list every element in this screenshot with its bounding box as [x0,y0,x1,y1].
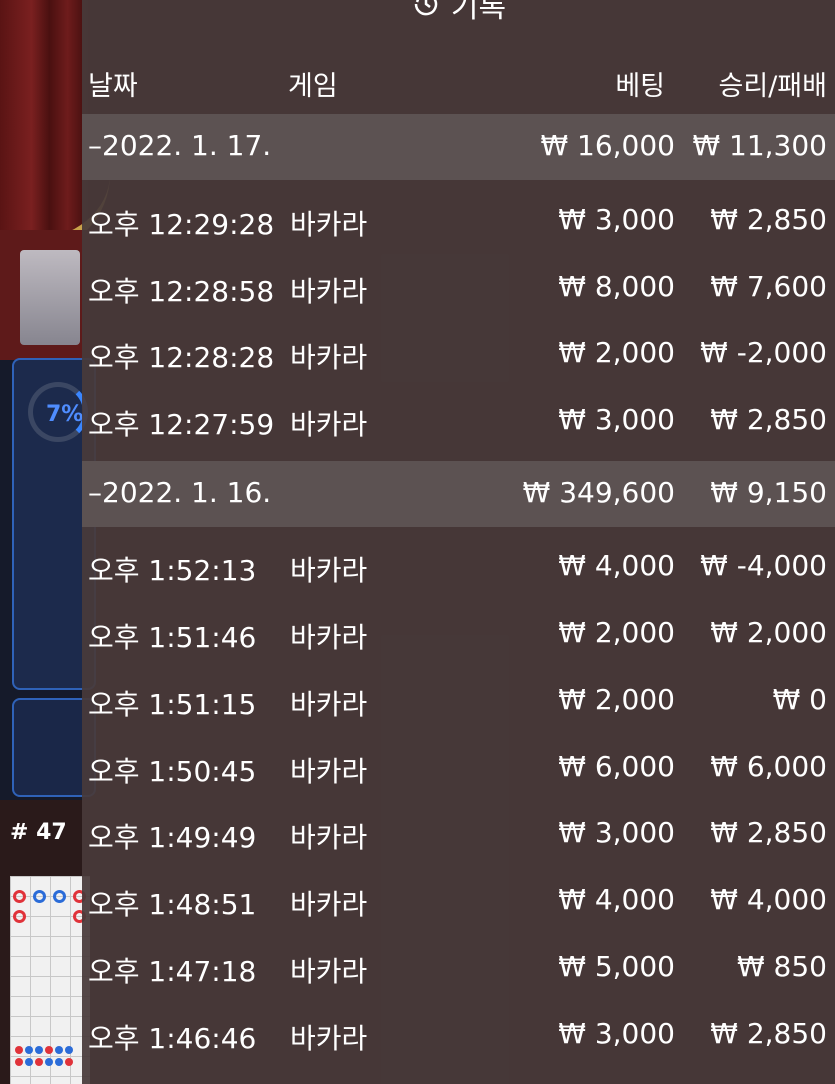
bead-blue-icon [55,1046,63,1054]
row-time: 오후 1:46:46 [88,1022,257,1055]
row-win-loss: ₩ 7,600 [710,270,827,303]
date-group-header[interactable]: –2022. 1. 16. ₩ 349,600 ₩ 9,150 [82,461,835,527]
row-game: 바카라 [290,341,368,374]
row-time: 오후 1:47:18 [88,955,257,988]
row-bet: ₩ 2,000 [558,683,675,716]
history-row[interactable]: 오후 12:27:59 바카라 ₩ 3,000 ₩ 2,850 [82,387,835,453]
bead-red-icon [15,1058,23,1066]
bead-red-icon [35,1058,43,1066]
row-game: 바카라 [290,554,368,587]
row-bet: ₩ 6,000 [558,750,675,783]
history-row[interactable]: 오후 1:48:51 바카라 ₩ 4,000 ₩ 4,000 [82,867,835,933]
row-game: 바카라 [290,955,368,988]
round-number: # 47 [10,820,67,845]
row-game: 바카라 [290,888,368,921]
group-win-loss-total: ₩ 11,300 [692,129,827,162]
row-win-loss: ₩ 2,850 [710,203,827,236]
row-win-loss: ₩ 4,000 [710,883,827,916]
row-bet: ₩ 4,000 [558,883,675,916]
bead-red-icon [15,1046,23,1054]
row-bet: ₩ 2,000 [558,336,675,369]
history-row[interactable]: 오후 1:50:45 바카라 ₩ 6,000 ₩ 6,000 [82,734,835,800]
row-bet: ₩ 4,000 [558,549,675,582]
bead-red-icon [13,890,26,903]
row-win-loss: ₩ 6,000 [710,750,827,783]
history-row[interactable]: 오후 1:52:13 바카라 ₩ 4,000 ₩ -4,000 [82,533,835,599]
bead-blue-icon [35,1046,43,1054]
bead-blue-icon [25,1058,33,1066]
column-game: 게임 [288,71,338,102]
group-win-loss-total: ₩ 9,150 [710,476,827,509]
column-date: 날짜 [88,71,138,102]
row-time: 오후 1:50:45 [88,755,257,788]
row-win-loss: ₩ 850 [736,950,827,983]
row-win-loss: ₩ 0 [772,683,827,716]
history-row[interactable]: 오후 1:51:46 바카라 ₩ 2,000 ₩ 2,000 [82,600,835,666]
row-win-loss: ₩ 2,000 [710,616,827,649]
row-game: 바카라 [290,275,368,308]
history-row[interactable]: 오후 12:29:28 바카라 ₩ 3,000 ₩ 2,850 [82,187,835,253]
history-title: 기록 [450,0,507,25]
column-bet: 베팅 [615,71,665,102]
row-bet: ₩ 3,000 [558,403,675,436]
group-date: –2022. 1. 16. [88,476,272,509]
row-win-loss: ₩ -4,000 [700,549,827,582]
history-row[interactable]: 오후 1:51:15 바카라 ₩ 2,000 ₩ 0 [82,667,835,733]
bead-blue-icon [25,1046,33,1054]
history-row[interactable]: 오후 1:46:46 바카라 ₩ 3,000 ₩ 2,850 [82,1001,835,1067]
bead-blue-icon [33,890,46,903]
row-bet: ₩ 5,000 [558,950,675,983]
bead-red-icon [45,1046,53,1054]
row-game: 바카라 [290,755,368,788]
column-header: 날짜 게임 베팅 승리/패배 [82,46,835,114]
date-group-header[interactable]: –2022. 1. 17. ₩ 16,000 ₩ 11,300 [82,114,835,180]
group-bet-total: ₩ 349,600 [522,476,675,509]
row-time: 오후 12:27:59 [88,408,275,441]
bead-road [10,876,90,1084]
history-row[interactable]: 오후 1:49:49 바카라 ₩ 3,000 ₩ 2,850 [82,800,835,866]
bead-blue-icon [65,1046,73,1054]
row-game: 바카라 [290,208,368,241]
card-shoe [20,250,80,345]
bead-blue-icon [55,1058,63,1066]
row-win-loss: ₩ 2,850 [710,816,827,849]
row-win-loss: ₩ 2,850 [710,403,827,436]
row-game: 바카라 [290,821,368,854]
row-time: 오후 1:51:15 [88,688,257,721]
row-time: 오후 1:51:46 [88,621,257,654]
row-win-loss: ₩ 2,850 [710,1017,827,1050]
history-row[interactable]: 오후 1:47:18 바카라 ₩ 5,000 ₩ 850 [82,934,835,1000]
row-time: 오후 12:28:28 [88,341,275,374]
history-header: 기록 [82,0,835,32]
bead-blue-icon [45,1058,53,1066]
history-row[interactable]: 오후 12:28:28 바카라 ₩ 2,000 ₩ -2,000 [82,320,835,386]
stat-percent: 7% [46,402,84,427]
bead-red-icon [65,1058,73,1066]
row-win-loss: ₩ -2,000 [700,336,827,369]
row-time: 오후 1:52:13 [88,554,257,587]
column-win-loss: 승리/패배 [718,71,827,102]
history-icon [414,0,438,16]
row-bet: ₩ 8,000 [558,270,675,303]
bead-blue-icon [53,890,66,903]
group-date: –2022. 1. 17. [88,129,272,162]
row-game: 바카라 [290,688,368,721]
row-bet: ₩ 3,000 [558,816,675,849]
group-bet-total: ₩ 16,000 [540,129,675,162]
row-time: 오후 12:28:58 [88,275,275,308]
row-bet: ₩ 2,000 [558,616,675,649]
row-time: 오후 1:48:51 [88,888,257,921]
history-row[interactable]: 오후 12:28:58 바카라 ₩ 8,000 ₩ 7,600 [82,254,835,320]
row-bet: ₩ 3,000 [558,1017,675,1050]
row-time: 오후 1:49:49 [88,821,257,854]
row-game: 바카라 [290,621,368,654]
row-game: 바카라 [290,408,368,441]
row-bet: ₩ 3,000 [558,203,675,236]
row-game: 바카라 [290,1022,368,1055]
bead-red-icon [13,910,26,923]
row-time: 오후 12:29:28 [88,208,275,241]
